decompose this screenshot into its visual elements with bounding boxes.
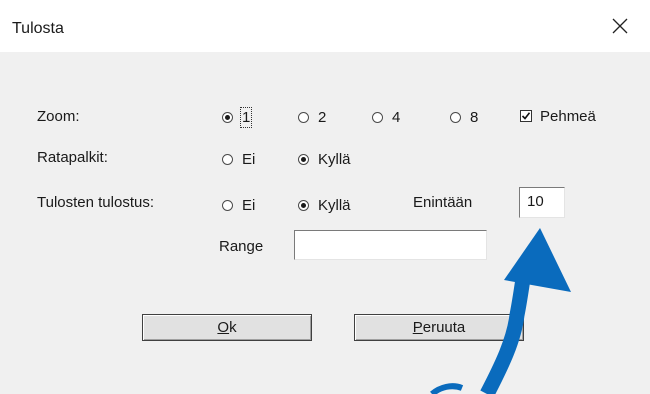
scrollbars-option-kylla[interactable]: Kyllä <box>298 150 351 168</box>
zoom-option-2[interactable]: 2 <box>298 108 326 126</box>
checkbox-checked-icon <box>520 110 532 122</box>
radio-selected-icon <box>298 153 309 165</box>
smooth-label: Pehmeä <box>540 107 596 125</box>
range-label: Range <box>219 238 264 255</box>
scrollbars-option-label: Ei <box>242 150 256 168</box>
ok-accel: O <box>217 319 230 336</box>
scrollbars-label: Ratapalkit: <box>37 149 108 166</box>
zoom-option-label: 8 <box>470 108 479 126</box>
cancel-button[interactable]: Peruuta <box>354 314 524 341</box>
ok-label: k <box>229 319 237 336</box>
radio-icon <box>372 111 383 123</box>
zoom-option-4[interactable]: 4 <box>372 108 400 126</box>
radio-icon <box>450 111 461 123</box>
radio-selected-icon <box>298 199 309 211</box>
cancel-accel: P <box>412 319 423 336</box>
close-button[interactable] <box>592 0 650 52</box>
smooth-checkbox[interactable]: Pehmeä <box>520 107 596 125</box>
zoom-option-label: 2 <box>318 108 327 126</box>
zoom-option-8[interactable]: 8 <box>450 108 478 126</box>
annotation-arc <box>430 383 464 394</box>
zoom-label: Zoom: <box>37 108 80 125</box>
annotation-arrow-head <box>504 228 571 292</box>
cancel-label: eruuta <box>422 319 466 336</box>
results-option-label: Kyllä <box>318 196 351 214</box>
zoom-option-1[interactable]: 1 <box>222 106 253 128</box>
scrollbars-option-label: Kyllä <box>318 150 351 168</box>
radio-icon <box>298 111 309 123</box>
results-option-ei[interactable]: Ei <box>222 196 255 214</box>
scrollbars-option-ei[interactable]: Ei <box>222 150 255 168</box>
title-bar: Tulosta <box>0 0 650 52</box>
zoom-option-label: 4 <box>392 108 401 126</box>
max-results-input[interactable]: 10 <box>519 187 565 218</box>
range-input[interactable] <box>294 230 487 260</box>
radio-icon <box>222 199 233 211</box>
close-icon <box>612 18 628 34</box>
radio-icon <box>222 153 233 165</box>
window-title: Tulosta <box>12 20 64 37</box>
ok-button[interactable]: Ok <box>142 314 312 341</box>
zoom-option-label: 1 <box>239 106 253 128</box>
results-label: Tulosten tulostus: <box>37 194 155 211</box>
radio-selected-icon <box>222 111 233 123</box>
max-label: Enintään <box>413 194 473 211</box>
results-option-label: Ei <box>242 196 256 214</box>
results-option-kylla[interactable]: Kyllä <box>298 196 351 214</box>
